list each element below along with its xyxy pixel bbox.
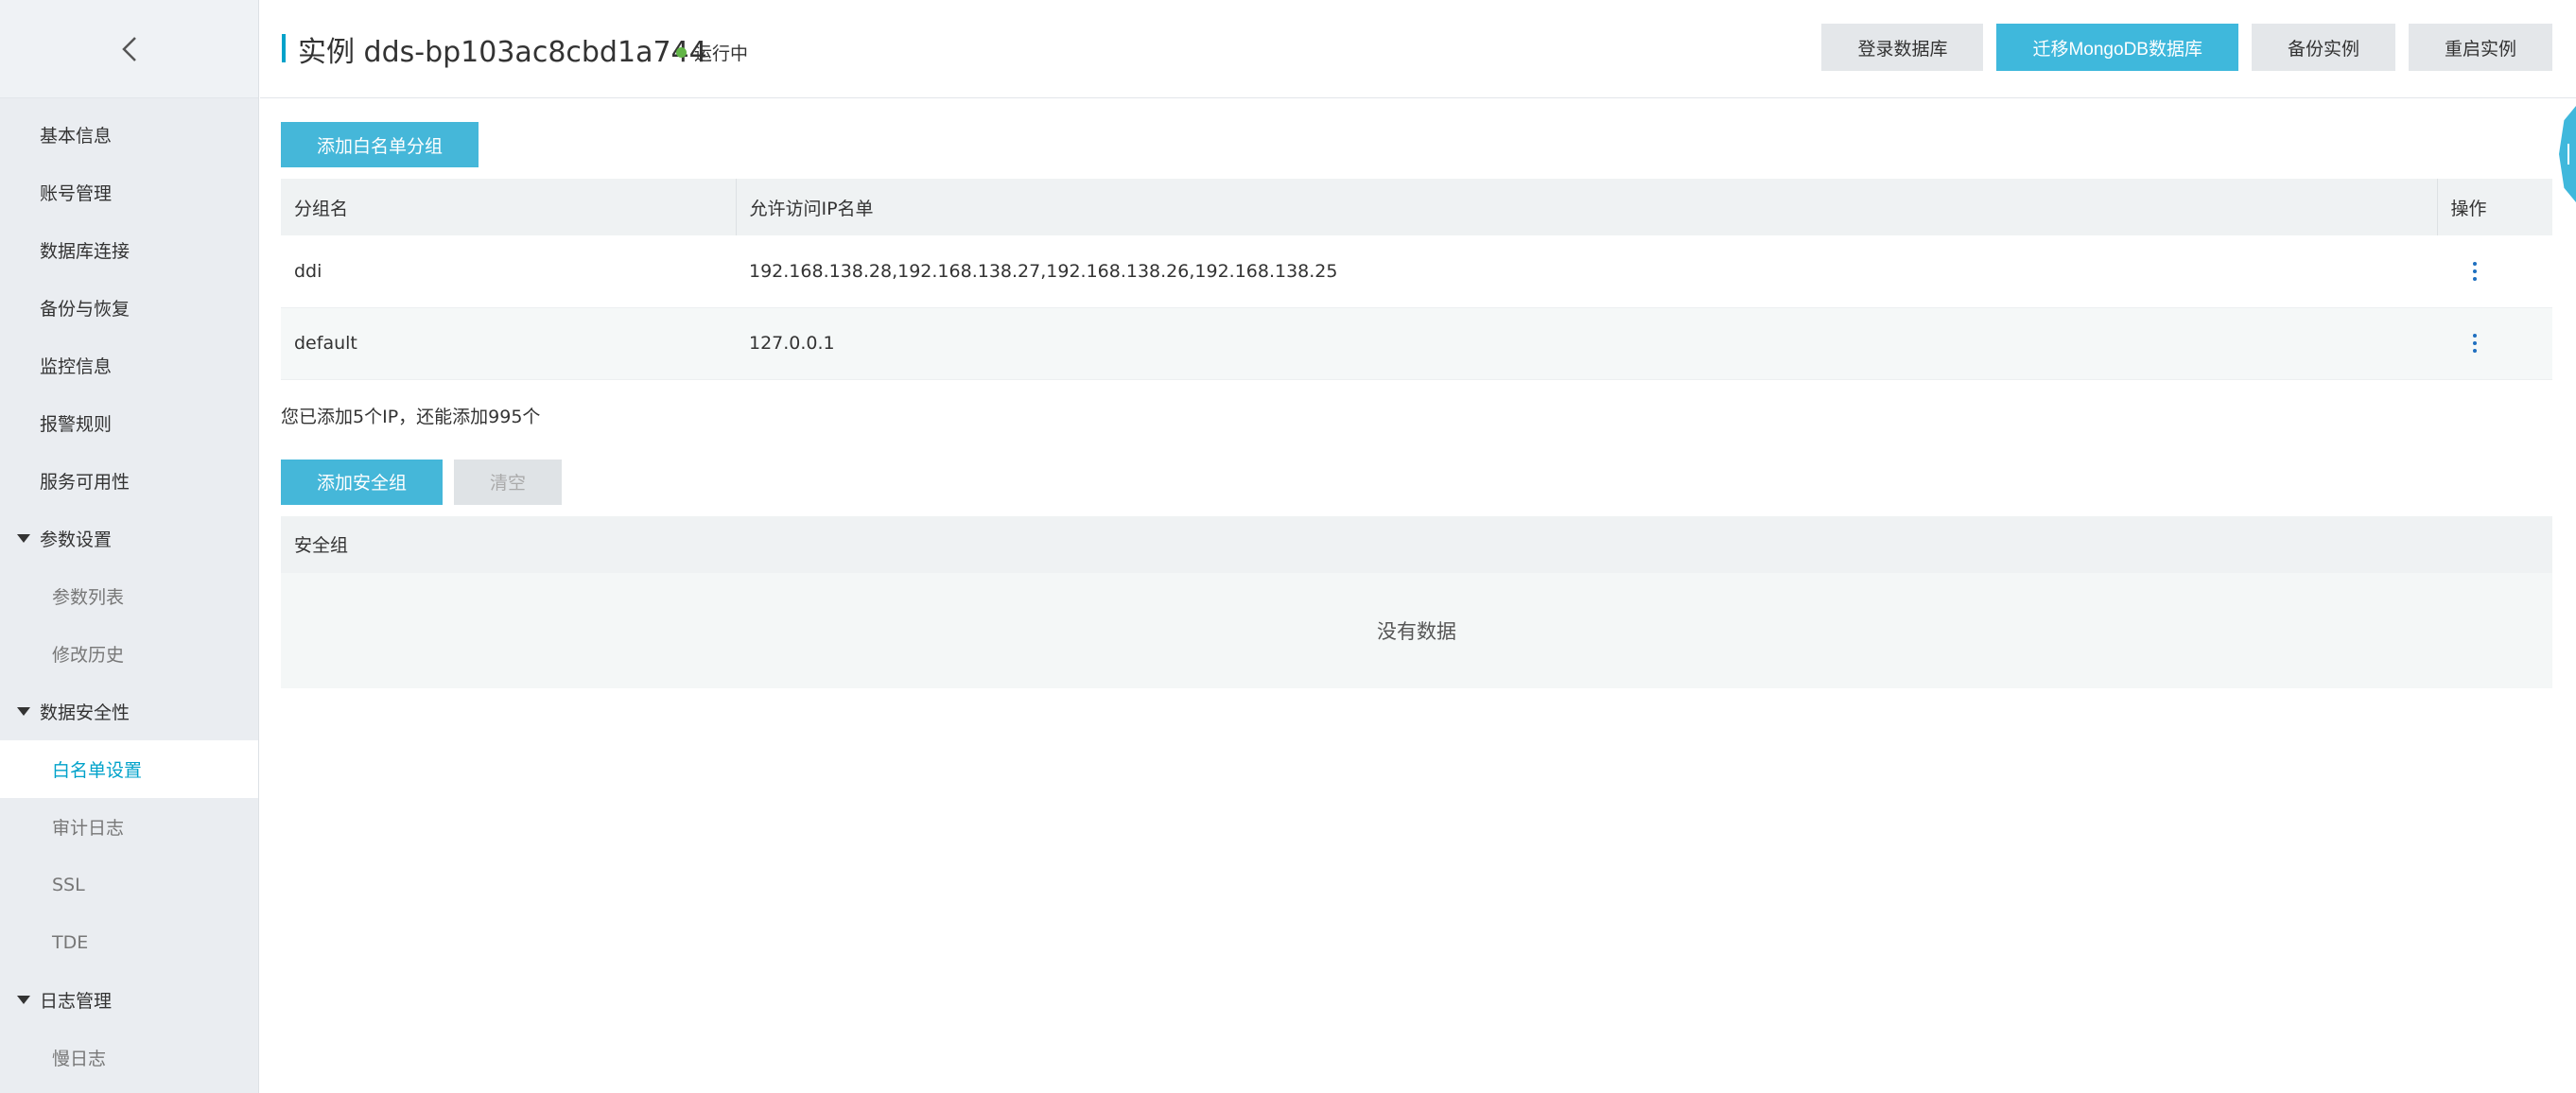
instance-id: dds-bp103ac8cbd1a744 xyxy=(363,36,707,69)
action-cell xyxy=(2437,307,2552,380)
page-header: 实例 dds-bp103ac8cbd1a744 运行中 登录数据库 迁移Mong… xyxy=(260,0,2576,98)
status-badge: 运行中 xyxy=(676,40,748,65)
title-prefix: 实例 xyxy=(298,36,355,69)
sidebar-group-logs[interactable]: 日志管理 xyxy=(0,971,258,1029)
main-content: 添加白名单分组 分组名 允许访问IP名单 操作 ddi 192.168.138.… xyxy=(281,98,2552,688)
add-whitelist-group-button[interactable]: 添加白名单分组 xyxy=(281,122,479,167)
sidebar-item-basic-info[interactable]: 基本信息 xyxy=(0,106,258,164)
column-header-action: 操作 xyxy=(2437,179,2552,235)
restart-instance-button[interactable]: 重启实例 xyxy=(2408,24,2552,71)
column-header-security-group: 安全组 xyxy=(281,515,2552,573)
add-security-group-button[interactable]: 添加安全组 xyxy=(281,459,444,505)
action-cell xyxy=(2437,235,2552,308)
backup-instance-button[interactable]: 备份实例 xyxy=(2251,24,2395,71)
sidebar-item-change-history[interactable]: 修改历史 xyxy=(0,625,258,683)
sidebar-item-monitoring[interactable]: 监控信息 xyxy=(0,337,258,394)
caret-down-icon xyxy=(17,534,30,543)
title-accent-bar xyxy=(282,34,286,62)
sidebar-group-data-security[interactable]: 数据安全性 xyxy=(0,683,258,740)
sidebar-item-param-list[interactable]: 参数列表 xyxy=(0,567,258,625)
caret-down-icon xyxy=(17,707,30,716)
security-group-table: 安全组 xyxy=(281,515,2552,573)
sidebar-nav: 基本信息 账号管理 数据库连接 备份与恢复 监控信息 报警规则 服务可用性 参数… xyxy=(0,106,258,1086)
table-row: ddi 192.168.138.28,192.168.138.27,192.16… xyxy=(281,235,2552,308)
page-title: 实例 dds-bp103ac8cbd1a744 xyxy=(298,28,707,70)
sidebar-group-label: 数据安全性 xyxy=(40,703,131,723)
sidebar-item-tde[interactable]: TDE xyxy=(0,913,258,971)
login-db-button[interactable]: 登录数据库 xyxy=(1821,24,1984,71)
column-header-ips: 允许访问IP名单 xyxy=(736,179,2438,235)
sidebar-item-db-connection[interactable]: 数据库连接 xyxy=(0,221,258,279)
sidebar-item-backup-restore[interactable]: 备份与恢复 xyxy=(0,279,258,337)
empty-state: 没有数据 xyxy=(281,572,2552,688)
sidebar-item-ssl[interactable]: SSL xyxy=(0,856,258,913)
migrate-mongodb-button[interactable]: 迁移MongoDB数据库 xyxy=(1996,24,2238,71)
whitelist-table: 分组名 允许访问IP名单 操作 ddi 192.168.138.28,192.1… xyxy=(281,179,2552,380)
sidebar-item-availability[interactable]: 服务可用性 xyxy=(0,452,258,510)
sidebar-item-slow-log[interactable]: 慢日志 xyxy=(0,1029,258,1086)
sidebar-item-alert-rules[interactable]: 报警规则 xyxy=(0,394,258,452)
group-name-cell: default xyxy=(281,307,736,380)
sidebar-group-label: 参数设置 xyxy=(40,529,113,550)
sidebar-item-accounts[interactable]: 账号管理 xyxy=(0,164,258,221)
status-text: 运行中 xyxy=(694,43,749,64)
back-button[interactable] xyxy=(0,0,258,98)
sidebar-item-audit-log[interactable]: 审计日志 xyxy=(0,798,258,856)
chevron-left-icon xyxy=(121,36,136,61)
header-actions: 登录数据库 迁移MongoDB数据库 备份实例 重启实例 xyxy=(1821,24,2552,71)
status-dot-icon xyxy=(676,47,687,58)
clear-button[interactable]: 清空 xyxy=(454,459,563,505)
ip-count-summary: 您已添加5个IP，还能添加995个 xyxy=(281,406,541,427)
sidebar: 基本信息 账号管理 数据库连接 备份与恢复 监控信息 报警规则 服务可用性 参数… xyxy=(0,0,259,1093)
sidebar-group-params[interactable]: 参数设置 xyxy=(0,510,258,567)
ip-list-cell: 127.0.0.1 xyxy=(736,307,2437,380)
caret-down-icon xyxy=(17,996,30,1004)
column-header-group: 分组名 xyxy=(281,179,737,235)
sidebar-item-whitelist[interactable]: 白名单设置 xyxy=(0,740,258,798)
group-name-cell: ddi xyxy=(281,235,736,308)
side-panel-handle[interactable] xyxy=(2559,106,2576,202)
more-actions-icon[interactable] xyxy=(2473,334,2479,353)
sidebar-group-label: 日志管理 xyxy=(40,991,113,1012)
table-row: default 127.0.0.1 xyxy=(281,307,2552,380)
more-actions-icon[interactable] xyxy=(2473,261,2479,281)
ip-list-cell: 192.168.138.28,192.168.138.27,192.168.13… xyxy=(736,235,2437,308)
